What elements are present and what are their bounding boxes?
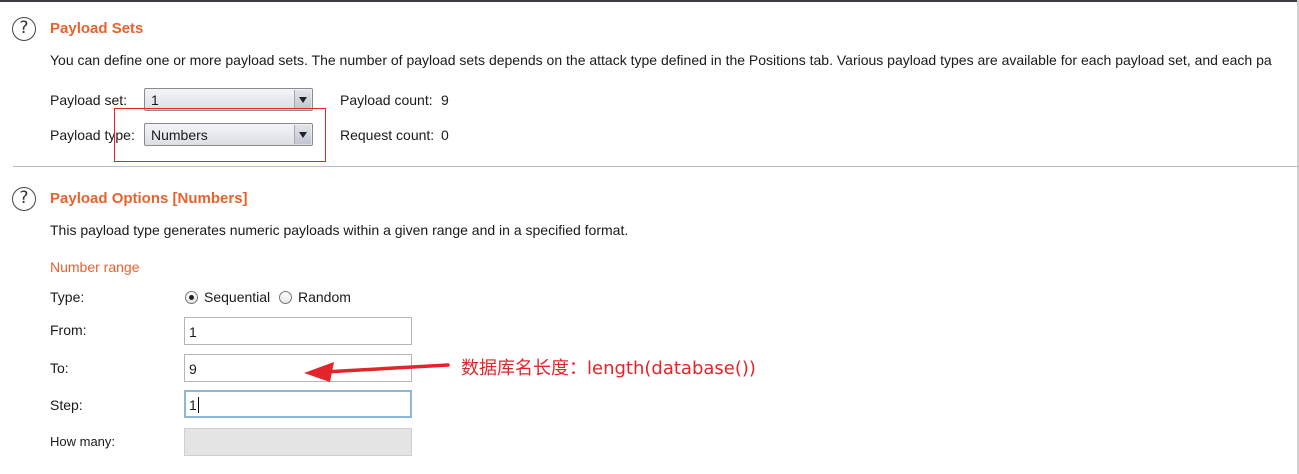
annotation-text: 数据库名长度：length(database()) bbox=[461, 358, 756, 379]
sequential-label[interactable]: Sequential bbox=[204, 289, 270, 305]
window-top-border bbox=[0, 0, 1299, 2]
chevron-down-icon[interactable] bbox=[294, 90, 311, 109]
help-icon[interactable]: ? bbox=[12, 17, 36, 41]
payload-options-title: Payload Options [Numbers] bbox=[50, 190, 248, 207]
step-input[interactable]: 1 bbox=[184, 390, 412, 418]
random-label[interactable]: Random bbox=[298, 289, 351, 305]
request-count-value: 0 bbox=[441, 127, 449, 143]
how-many-label: How many: bbox=[50, 434, 116, 449]
payload-set-value: 1 bbox=[151, 92, 159, 108]
step-label: Step: bbox=[50, 397, 83, 413]
to-value: 9 bbox=[189, 361, 197, 377]
number-range-heading: Number range bbox=[50, 259, 140, 275]
random-radio[interactable] bbox=[279, 291, 292, 304]
payload-sets-description: You can define one or more payload sets.… bbox=[50, 52, 1272, 68]
sequential-radio[interactable] bbox=[185, 291, 198, 304]
request-count-label: Request count: bbox=[340, 127, 435, 143]
payload-count-label: Payload count: bbox=[340, 92, 433, 108]
annotation-arrow-icon bbox=[304, 362, 450, 382]
help-icon[interactable]: ? bbox=[12, 187, 36, 211]
how-many-input bbox=[184, 428, 412, 456]
from-input[interactable]: 1 bbox=[184, 317, 412, 345]
type-label: Type: bbox=[50, 289, 85, 305]
highlight-box bbox=[114, 108, 326, 162]
payload-set-label: Payload set: bbox=[50, 92, 128, 108]
payload-sets-title: Payload Sets bbox=[50, 20, 144, 37]
payload-count-value: 9 bbox=[441, 92, 449, 108]
payload-options-description: This payload type generates numeric payl… bbox=[50, 222, 629, 238]
from-label: From: bbox=[50, 322, 87, 338]
section-divider bbox=[13, 166, 1299, 167]
step-value: 1 bbox=[189, 397, 199, 413]
to-label: To: bbox=[50, 360, 69, 376]
from-value: 1 bbox=[189, 324, 197, 340]
